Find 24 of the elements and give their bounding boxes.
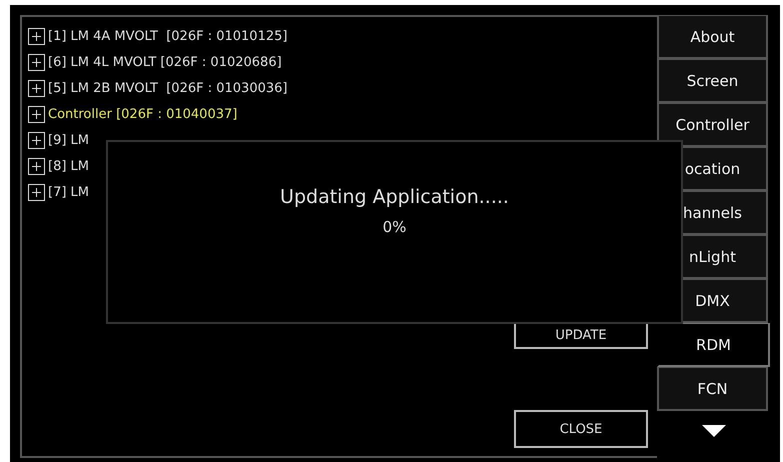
close-button[interactable]: CLOSE <box>514 410 648 448</box>
progress-percent: 0% <box>382 218 406 236</box>
scroll-down-icon[interactable] <box>702 425 726 437</box>
tree-item[interactable]: [5] LM 2B MVOLT [026F : 01030036] <box>48 80 288 96</box>
expand-icon[interactable] <box>28 28 45 44</box>
expand-icon[interactable] <box>28 184 45 200</box>
expand-icon[interactable] <box>28 54 45 70</box>
dialog-message: Updating Application..... <box>280 186 509 208</box>
tab[interactable]: About <box>657 15 768 59</box>
expand-icon[interactable] <box>28 106 45 122</box>
tree-item[interactable]: [7] LM <box>48 184 90 200</box>
update-button[interactable]: UPDATE <box>514 322 648 349</box>
tree-item[interactable]: [9] LM <box>48 132 90 148</box>
expand-icon[interactable] <box>28 158 45 174</box>
expand-icon[interactable] <box>28 80 45 96</box>
tab[interactable]: RDM <box>657 323 770 367</box>
tree-item[interactable]: Controller [026F : 01040037] <box>48 106 238 122</box>
expand-icon[interactable] <box>28 132 45 148</box>
tab[interactable]: Screen <box>657 59 768 103</box>
tab[interactable]: Controller <box>657 103 768 147</box>
tree-item[interactable]: [6] LM 4L MVOLT [026F : 01020686] <box>48 54 282 70</box>
tree-item[interactable]: [1] LM 4A MVOLT [026F : 01010125] <box>48 28 288 44</box>
tree-item[interactable]: [8] LM <box>48 158 90 174</box>
tab[interactable]: FCN <box>657 367 768 411</box>
